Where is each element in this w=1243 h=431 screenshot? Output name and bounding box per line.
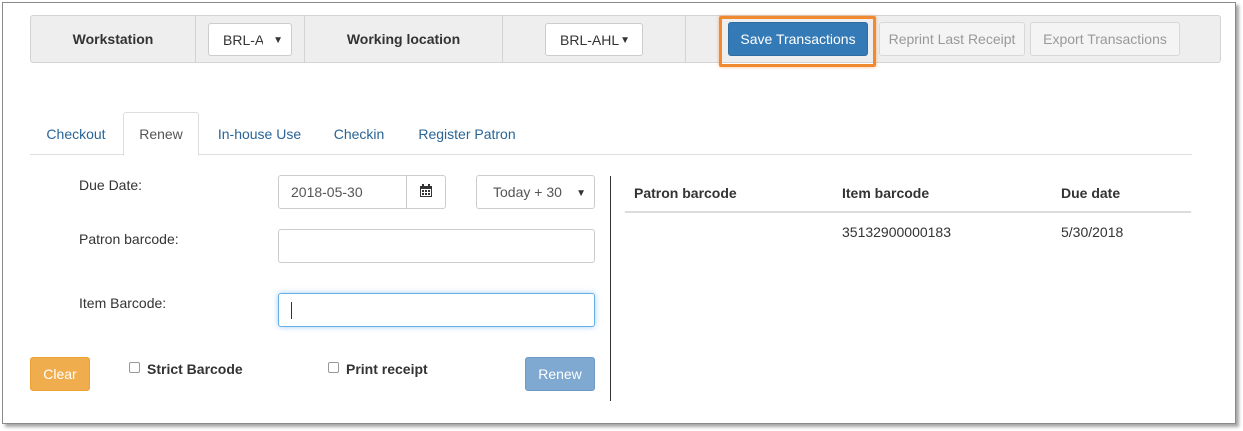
tab-checkout[interactable]: Checkout <box>30 112 122 155</box>
divider <box>685 16 686 62</box>
tab-checkin[interactable]: Checkin <box>323 112 395 155</box>
column-header-due-date: Due date <box>1061 185 1121 201</box>
item-barcode-label: Item Barcode: <box>79 295 167 311</box>
column-header-patron-barcode: Patron barcode <box>634 185 737 201</box>
workstation-label-cell: Workstation <box>31 16 195 62</box>
working-location-label: Working location <box>346 31 461 47</box>
caret-down-icon: ▼ <box>273 35 283 46</box>
highlight-callout <box>719 16 876 67</box>
caret-down-icon: ▼ <box>576 188 586 199</box>
checkbox-icon[interactable] <box>129 362 140 373</box>
workstation-select[interactable]: BRL-A ▼ <box>208 23 292 56</box>
strict-barcode-label: Strict Barcode <box>147 361 243 377</box>
tab-in-house-use[interactable]: In-house Use <box>206 112 313 155</box>
table-header-divider <box>625 211 1191 213</box>
workstation-value: BRL-A <box>223 31 263 48</box>
working-location-select[interactable]: BRL-AHL ▼ <box>545 23 643 56</box>
patron-barcode-input[interactable] <box>278 229 595 263</box>
cell-item-barcode: 35132900000183 <box>842 224 952 240</box>
print-receipt-checkbox[interactable]: Print receipt <box>328 361 428 377</box>
print-receipt-label: Print receipt <box>346 361 428 377</box>
clear-button[interactable]: Clear <box>30 357 90 391</box>
calendar-button[interactable] <box>406 175 446 209</box>
export-transactions-button[interactable]: Export Transactions <box>1030 22 1180 56</box>
workstation-toolbar: Workstation BRL-A ▼ Working location BRL… <box>30 15 1221 63</box>
tab-register-patron[interactable]: Register Patron <box>408 112 526 155</box>
due-date-preset-value: Today + 30 <box>493 184 562 200</box>
workstation-label: Workstation <box>72 31 154 47</box>
due-date-input[interactable]: 2018-05-30 <box>278 175 408 209</box>
column-header-item-barcode: Item barcode <box>842 185 930 201</box>
calendar-icon <box>419 183 433 201</box>
item-barcode-input[interactable] <box>278 293 595 327</box>
due-date-preset-select[interactable]: Today + 30 ▼ <box>476 175 595 209</box>
due-date-label: Due Date: <box>79 177 143 193</box>
tab-renew[interactable]: Renew <box>123 112 199 156</box>
patron-barcode-label: Patron barcode: <box>79 231 179 247</box>
panel-divider <box>610 176 611 401</box>
text-cursor <box>291 301 292 319</box>
caret-down-icon: ▼ <box>620 35 630 46</box>
working-location-label-cell: Working location <box>305 16 502 62</box>
renew-button[interactable]: Renew <box>525 357 595 391</box>
divider <box>502 16 503 62</box>
divider <box>195 16 196 62</box>
strict-barcode-checkbox[interactable]: Strict Barcode <box>129 361 243 377</box>
working-location-value: BRL-AHL <box>560 31 620 48</box>
reprint-last-receipt-button[interactable]: Reprint Last Receipt <box>879 22 1025 56</box>
checkbox-icon[interactable] <box>328 362 339 373</box>
cell-due-date: 5/30/2018 <box>1061 224 1124 240</box>
circulation-tabs: Checkout Renew In-house Use Checkin Regi… <box>30 112 1192 156</box>
